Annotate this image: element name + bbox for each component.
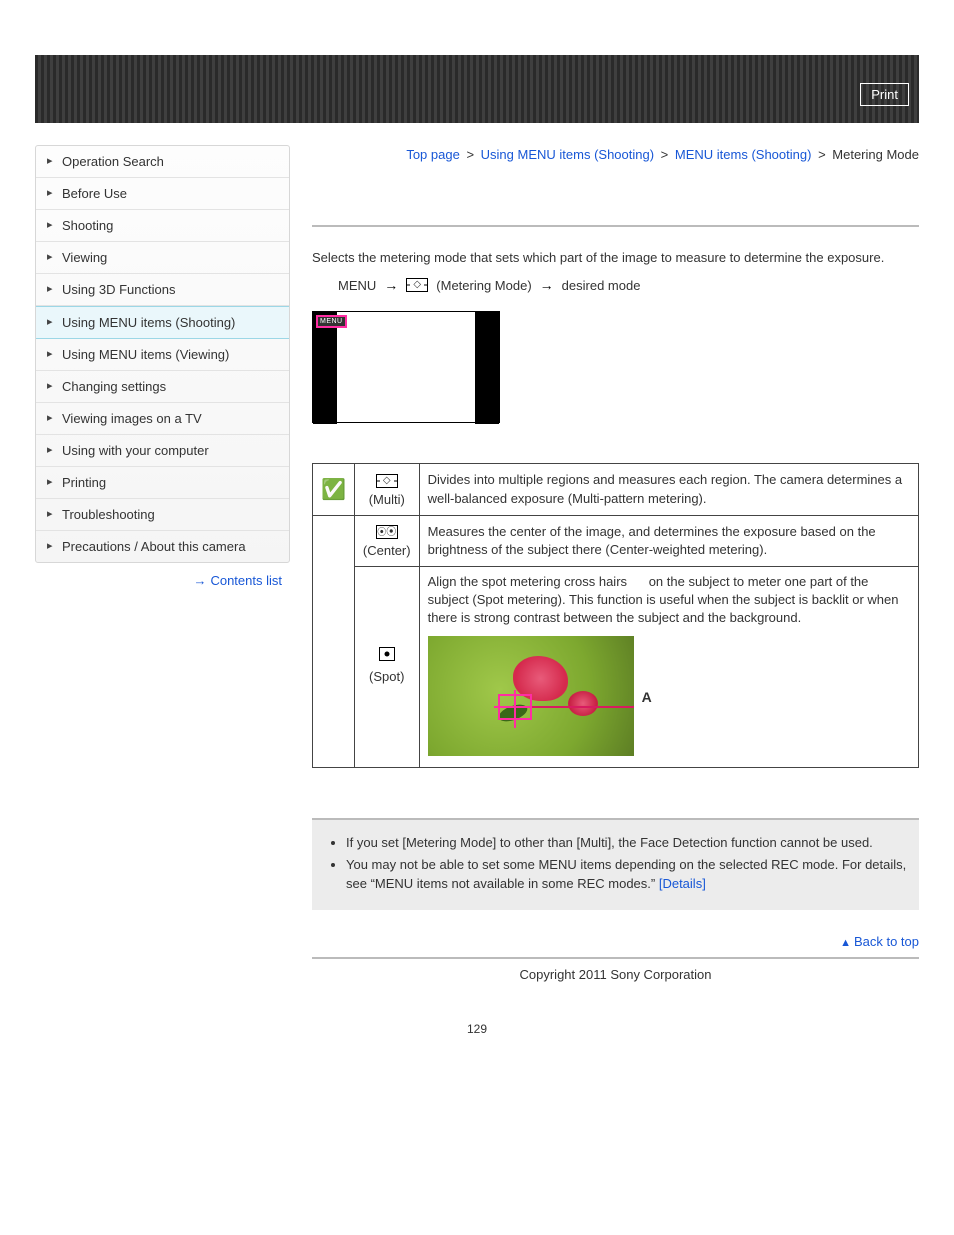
breadcrumb-menu-items[interactable]: MENU items (Shooting) bbox=[675, 147, 812, 162]
back-to-top-link[interactable]: Back to top bbox=[854, 934, 919, 949]
crosshair-icon bbox=[498, 694, 532, 720]
table-row-multi: ✅ ◇ (Multi) Divides into multiple region… bbox=[313, 464, 919, 515]
intro-text: Selects the metering mode that sets whic… bbox=[312, 249, 919, 268]
note-item: If you set [Metering Mode] to other than… bbox=[346, 834, 907, 853]
breadcrumb-sep: > bbox=[661, 147, 669, 162]
mode-caption: (Spot) bbox=[363, 668, 411, 686]
metering-mode-icon: ◇ bbox=[406, 278, 428, 292]
breadcrumb-top[interactable]: Top page bbox=[406, 147, 460, 162]
page-number: 129 bbox=[35, 1022, 919, 1036]
back-to-top-row: ▲Back to top bbox=[312, 934, 919, 949]
details-link[interactable]: [Details] bbox=[659, 876, 706, 891]
arrow-right-icon: → bbox=[384, 277, 398, 293]
breadcrumb-sep: > bbox=[818, 147, 826, 162]
sidebar-item-viewing-tv[interactable]: Viewing images on a TV bbox=[36, 403, 289, 435]
sidebar-nav: Operation Search Before Use Shooting Vie… bbox=[35, 145, 290, 563]
sidebar: Operation Search Before Use Shooting Vie… bbox=[35, 145, 290, 588]
menu-path: MENU → ◇ (Metering Mode) → desired mode bbox=[312, 277, 919, 293]
modes-table: ✅ ◇ (Multi) Divides into multiple region… bbox=[312, 463, 919, 768]
label-a: A bbox=[642, 688, 652, 708]
check-icon: ✅ bbox=[313, 464, 355, 515]
desired-mode-label: desired mode bbox=[562, 278, 641, 293]
copyright-text: Copyright 2011 Sony Corporation bbox=[312, 967, 919, 982]
mode-center-label: ⦿ (Center) bbox=[354, 515, 419, 566]
sidebar-item-3d-functions[interactable]: Using 3D Functions bbox=[36, 274, 289, 306]
mode-spot-label: (Spot) bbox=[354, 567, 419, 768]
sidebar-item-precautions[interactable]: Precautions / About this camera bbox=[36, 531, 289, 562]
spot-photo bbox=[428, 636, 634, 756]
divider bbox=[312, 225, 919, 227]
sidebar-item-menu-viewing[interactable]: Using MENU items (Viewing) bbox=[36, 339, 289, 371]
mode-center-desc: Measures the center of the image, and de… bbox=[419, 515, 918, 566]
notes-box: If you set [Metering Mode] to other than… bbox=[312, 818, 919, 911]
metering-mode-label: (Metering Mode) bbox=[436, 278, 531, 293]
table-row-center: ⦿ (Center) Measures the center of the im… bbox=[313, 515, 919, 566]
spot-photo-wrap: A bbox=[428, 628, 634, 756]
breadcrumb-sep: > bbox=[466, 147, 474, 162]
mode-caption: (Center) bbox=[363, 542, 411, 560]
divider bbox=[312, 957, 919, 959]
sidebar-item-computer[interactable]: Using with your computer bbox=[36, 435, 289, 467]
multi-icon: ◇ bbox=[376, 474, 398, 488]
breadcrumb-current: Metering Mode bbox=[832, 147, 919, 162]
table-row-spot: (Spot) Align the spot metering cross hai… bbox=[313, 567, 919, 768]
note-item: You may not be able to set some MENU ite… bbox=[346, 856, 907, 894]
mode-multi-desc: Divides into multiple regions and measur… bbox=[419, 464, 918, 515]
sidebar-item-operation-search[interactable]: Operation Search bbox=[36, 146, 289, 178]
triangle-up-icon: ▲ bbox=[840, 937, 851, 949]
empty-cell bbox=[313, 515, 355, 767]
mode-caption: (Multi) bbox=[363, 491, 411, 509]
contents-list-link[interactable]: Contents list bbox=[210, 573, 282, 588]
contents-list-row: → Contents list bbox=[35, 573, 290, 588]
center-icon: ⦿ bbox=[376, 525, 398, 539]
note-text: You may not be able to set some MENU ite… bbox=[346, 857, 906, 891]
header-bar: Print bbox=[35, 55, 919, 123]
sidebar-item-printing[interactable]: Printing bbox=[36, 467, 289, 499]
breadcrumb-shooting-menu[interactable]: Using MENU items (Shooting) bbox=[481, 147, 654, 162]
sidebar-item-shooting[interactable]: Shooting bbox=[36, 210, 289, 242]
breadcrumb: Top page > Using MENU items (Shooting) >… bbox=[312, 145, 919, 165]
menu-tag-highlight: MENU bbox=[316, 315, 347, 328]
arrow-right-icon: → bbox=[540, 277, 554, 293]
arrow-right-icon: → bbox=[193, 573, 206, 588]
print-button[interactable]: Print bbox=[860, 83, 909, 106]
spot-desc-text: Align the spot metering cross hairs bbox=[428, 574, 627, 589]
sidebar-item-troubleshooting[interactable]: Troubleshooting bbox=[36, 499, 289, 531]
mode-spot-desc: Align the spot metering cross hairs on t… bbox=[419, 567, 918, 768]
sidebar-item-viewing[interactable]: Viewing bbox=[36, 242, 289, 274]
menu-label: MENU bbox=[338, 278, 376, 293]
sidebar-item-before-use[interactable]: Before Use bbox=[36, 178, 289, 210]
main-content: Top page > Using MENU items (Shooting) >… bbox=[312, 145, 919, 1022]
spot-icon bbox=[379, 647, 395, 661]
sidebar-item-changing-settings[interactable]: Changing settings bbox=[36, 371, 289, 403]
camera-screenshot: MENU bbox=[312, 311, 500, 423]
mode-multi-label: ◇ (Multi) bbox=[354, 464, 419, 515]
sidebar-item-menu-shooting[interactable]: Using MENU items (Shooting) bbox=[36, 306, 289, 339]
